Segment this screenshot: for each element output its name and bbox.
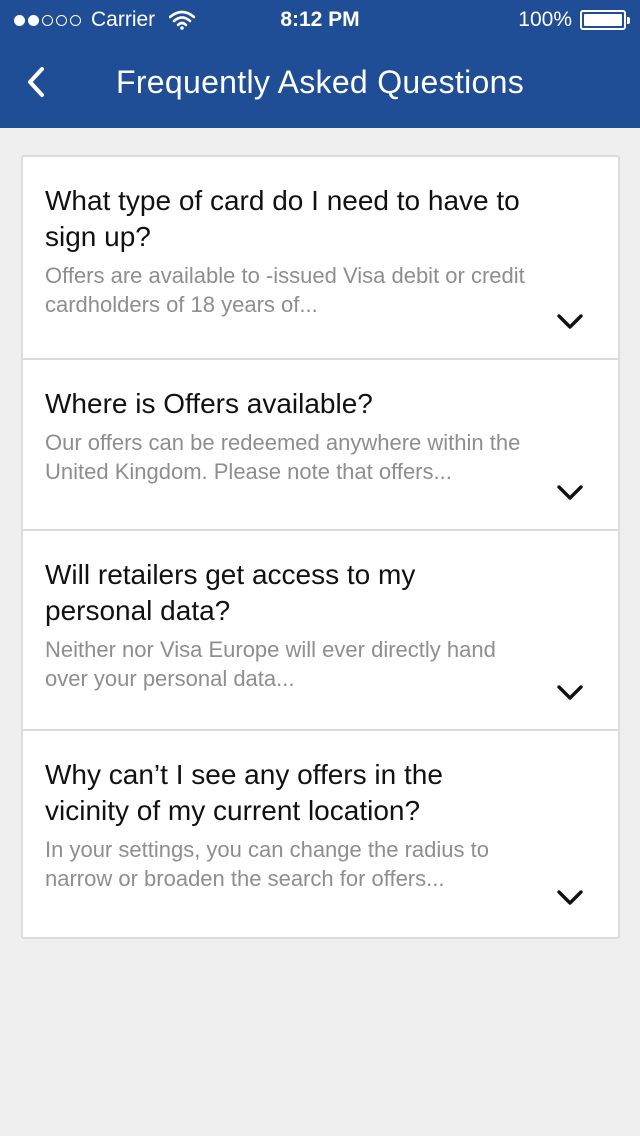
faq-answer-preview: Our offers can be redeemed anywhere with… [45, 430, 521, 484]
faq-item[interactable]: Why can’t I see any offers in the vicini… [23, 731, 618, 937]
faq-answer-preview: Offers are available to -issued Visa deb… [45, 263, 525, 317]
battery-icon [580, 10, 630, 30]
chevron-down-icon[interactable] [556, 684, 584, 702]
battery-percent: 100% [518, 8, 572, 31]
faq-answer-preview: Neither nor Visa Europe will ever direct… [45, 637, 496, 691]
chevron-down-icon[interactable] [556, 889, 584, 907]
chevron-down-icon[interactable] [556, 484, 584, 502]
status-right: 100% [518, 8, 630, 32]
faq-item[interactable]: Will retailers get access to my personal… [23, 531, 618, 731]
faq-list: What type of card do I need to have to s… [21, 155, 620, 939]
nav-bar: Frequently Asked Questions [0, 40, 640, 128]
app-header: Carrier 8:12 PM 100% Frequently Asked Qu… [0, 0, 640, 128]
faq-item[interactable]: What type of card do I need to have to s… [23, 157, 618, 360]
faq-question: Will retailers get access to my personal… [45, 559, 416, 626]
faq-item[interactable]: Where is Offers available? Our offers ca… [23, 360, 618, 531]
page-title: Frequently Asked Questions [115, 64, 525, 100]
faq-question: Where is Offers available? [45, 388, 373, 419]
faq-answer-preview: In your settings, you can change the rad… [45, 837, 489, 891]
faq-question: What type of card do I need to have to s… [45, 185, 520, 252]
status-bar: Carrier 8:12 PM 100% [0, 0, 640, 40]
faq-question: Why can’t I see any offers in the vicini… [45, 759, 443, 826]
chevron-down-icon[interactable] [556, 313, 584, 331]
